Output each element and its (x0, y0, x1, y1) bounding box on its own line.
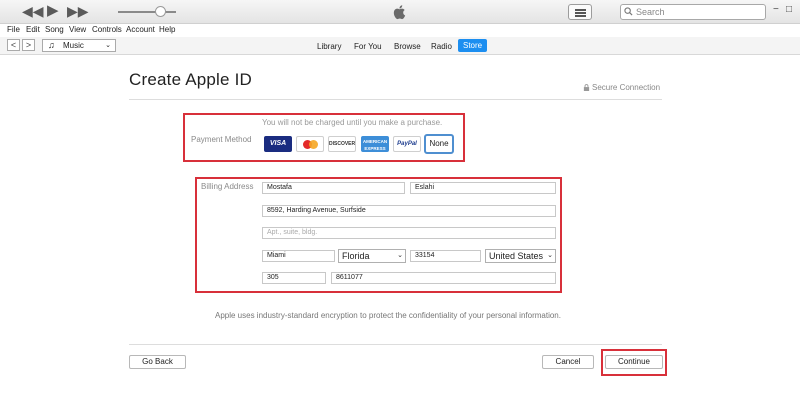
city-field[interactable]: Miami (262, 250, 335, 262)
card-visa[interactable]: VISA (264, 136, 292, 152)
secure-connection: Secure Connection (583, 83, 660, 92)
last-name-field[interactable]: Eslahi (410, 182, 556, 194)
nav-bar: < > ♫ Music ⌄ Library For You Browse Rad… (0, 37, 800, 55)
tab-library[interactable]: Library (317, 40, 341, 53)
chevron-down-icon: ⌄ (547, 252, 553, 259)
first-name-field[interactable]: Mostafa (262, 182, 405, 194)
maximize-button[interactable]: □ (786, 4, 792, 15)
state-value: Florida (342, 251, 370, 261)
chevron-down-icon: ⌄ (397, 252, 403, 259)
menu-file[interactable]: File (7, 25, 20, 34)
encryption-note: Apple uses industry-standard encryption … (215, 311, 561, 320)
search-icon (624, 7, 633, 16)
card-none[interactable]: None (424, 134, 454, 154)
music-note-icon: ♫ (48, 40, 55, 50)
secure-connection-text: Secure Connection (592, 83, 661, 92)
search-input[interactable]: Search (620, 4, 766, 20)
menu-account[interactable]: Account (126, 25, 155, 34)
play-icon[interactable]: ▶ (47, 3, 59, 19)
country-select[interactable]: United States ⌄ (485, 249, 556, 263)
lock-icon (583, 84, 590, 91)
footer-divider (129, 344, 662, 345)
minimize-button[interactable]: − (773, 4, 779, 15)
rewind-icon[interactable]: ◀◀ (22, 3, 44, 19)
area-code-field[interactable]: 305 (262, 272, 326, 284)
fast-forward-icon[interactable]: ▶▶ (67, 3, 89, 19)
header-divider (129, 99, 662, 100)
street-field[interactable]: 8592, Harding Avenue, Surfside (262, 205, 556, 217)
search-placeholder: Search (636, 7, 665, 17)
country-value: United States (489, 251, 544, 261)
zip-field[interactable]: 33154 (410, 250, 481, 262)
phone-field[interactable]: 8611077 (331, 272, 556, 284)
tab-browse[interactable]: Browse (394, 40, 421, 53)
payment-notice: You will not be charged until you make a… (262, 118, 443, 127)
continue-button[interactable]: Continue (605, 355, 663, 369)
back-arrow-button[interactable]: < (7, 39, 20, 51)
menu-edit[interactable]: Edit (26, 25, 40, 34)
menu-song[interactable]: Song (45, 25, 64, 34)
page-title: Create Apple ID (129, 70, 253, 89)
card-amex[interactable]: AMERICAN EXPRESS (361, 136, 389, 152)
mastercard-right-circle (309, 140, 318, 149)
menu-help[interactable]: Help (159, 25, 175, 34)
media-kind-value: Music (63, 41, 84, 50)
forward-arrow-button[interactable]: > (22, 39, 35, 51)
list-icon[interactable] (568, 4, 592, 20)
apt-field[interactable]: Apt., suite, bldg. (262, 227, 556, 239)
state-select[interactable]: Florida ⌄ (338, 249, 406, 263)
chevron-down-icon: ⌄ (105, 42, 111, 49)
tab-store[interactable]: Store (458, 39, 488, 52)
card-discover[interactable]: DISCOVER (328, 136, 356, 152)
menu-view[interactable]: View (69, 25, 86, 34)
apple-logo (393, 5, 406, 20)
card-mastercard[interactable] (296, 136, 324, 152)
tab-radio[interactable]: Radio (431, 40, 452, 53)
card-paypal[interactable]: PayPal (393, 136, 421, 152)
media-kind-select[interactable]: ♫ Music ⌄ (42, 39, 116, 52)
cancel-button[interactable]: Cancel (542, 355, 594, 369)
volume-knob[interactable] (154, 6, 166, 17)
go-back-button[interactable]: Go Back (129, 355, 186, 369)
tab-for-you[interactable]: For You (354, 40, 382, 53)
payment-method-label: Payment Method (191, 135, 252, 144)
volume-slider[interactable] (118, 11, 176, 13)
player-bar: ◀◀ ▶ ▶▶ Search − □ (0, 0, 800, 24)
menu-controls[interactable]: Controls (92, 25, 122, 34)
menu-bar: File Edit Song View Controls Account Hel… (0, 24, 800, 37)
billing-address-label: Billing Address (201, 182, 254, 191)
